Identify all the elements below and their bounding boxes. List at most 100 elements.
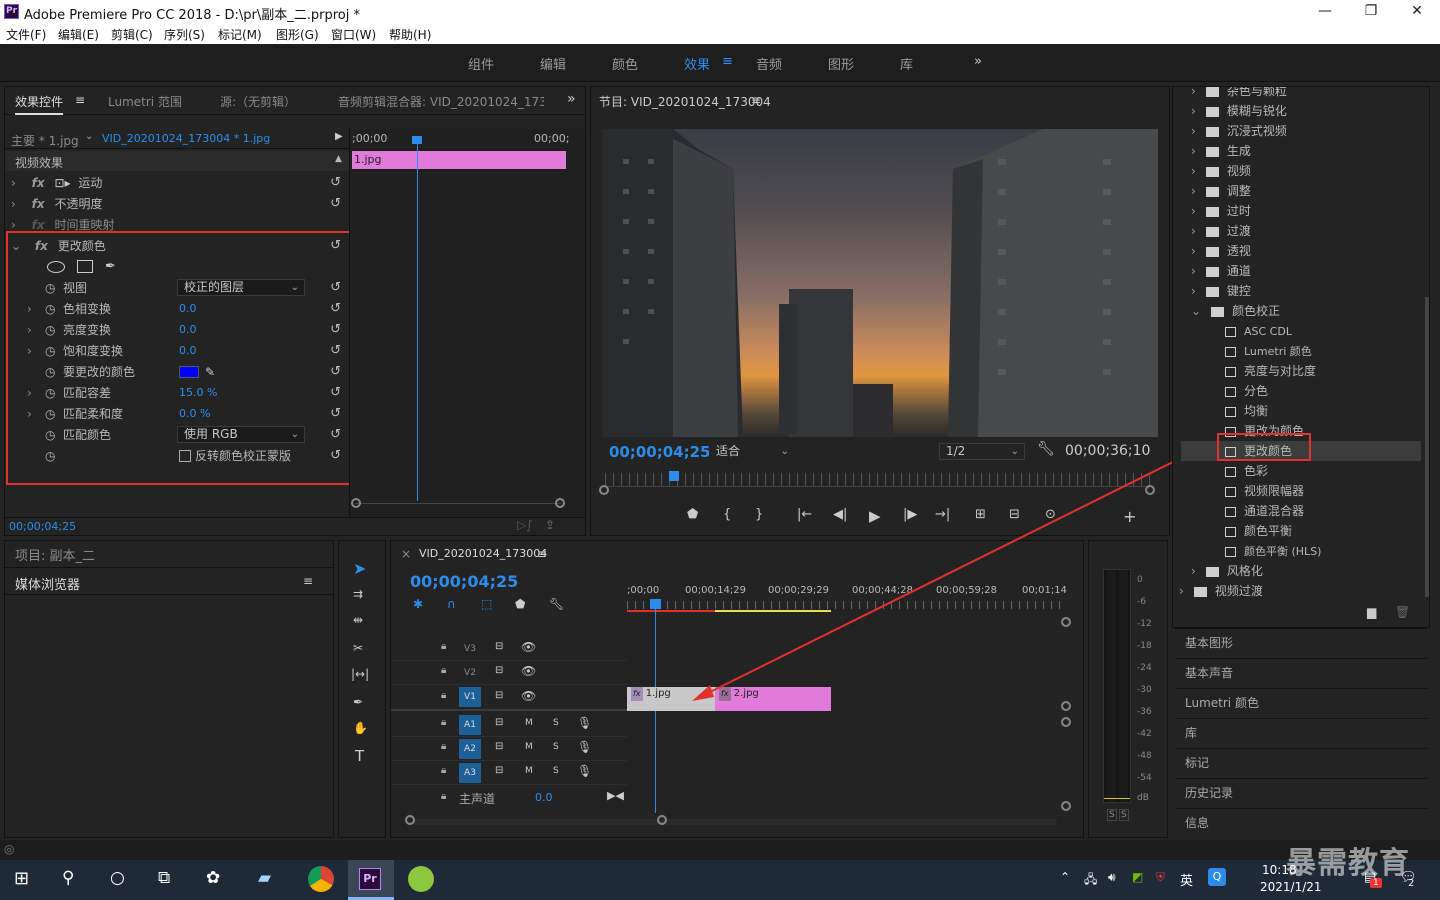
program-zoom-handle-left[interactable] [599,485,609,495]
windows-start-icon[interactable]: ⊞ [14,868,29,889]
expand-arrow-icon[interactable]: › [1191,224,1196,238]
effect-controls-timecode[interactable]: 00;00;04;25 [9,520,76,533]
master-volume-value[interactable]: 0.0 [535,791,553,804]
search-icon[interactable]: ⚲ [62,868,74,888]
side-panel-history[interactable]: 历史记录 [1175,778,1427,806]
pen-tool-icon[interactable]: ✒ [353,695,363,709]
track-select-tool-icon[interactable]: ⇉ [353,587,363,601]
solo-button[interactable]: S [553,766,559,776]
lock-icon[interactable]: 🔒︎ [441,641,446,652]
master-clip-label[interactable]: 主要 * 1.jpg [11,132,79,149]
tab-lumetri-scopes[interactable]: Lumetri 范围 [108,93,182,110]
sync-lock-icon[interactable]: ⊟ [495,665,503,676]
premiere-taskbar-button[interactable]: Pr [348,860,394,900]
effects-folder-item[interactable]: › 透视 [1191,241,1251,261]
workspace-libraries[interactable]: 库 [900,54,913,73]
effect-item[interactable]: ASC CDL [1181,321,1421,341]
track-target-v3[interactable]: V3 [459,639,481,659]
program-menu-icon[interactable]: ≡ [751,93,761,107]
effect-item[interactable]: 通道混合器 [1181,501,1421,521]
scroll-handle-left[interactable] [351,498,361,508]
qq-app-icon[interactable]: Q [1208,868,1226,886]
menu-marker[interactable]: 标记(M) [218,26,262,43]
lock-icon[interactable]: 🔒︎ [441,765,446,776]
sync-lock-icon[interactable]: ⊟ [495,765,503,776]
minimize-button[interactable]: — [1302,0,1348,24]
menu-clip[interactable]: 剪辑(C) [111,26,153,43]
delete-trash-icon[interactable]: 🗑︎ [1395,605,1410,619]
tray-chevron-up-icon[interactable]: ⌃ [1060,870,1070,884]
effects-folder-item[interactable]: › 键控 [1191,281,1251,301]
effect-item[interactable]: 色彩 [1181,461,1421,481]
scroll-handle-right[interactable] [555,498,565,508]
side-panel-essential-sound[interactable]: 基本声音 [1175,658,1427,686]
selection-tool-icon[interactable]: ➤ [353,559,366,578]
panel-overflow-icon[interactable]: » [567,91,576,107]
effect-item[interactable]: 分色 [1181,381,1421,401]
expand-arrow-icon[interactable]: › [1179,584,1184,598]
type-tool-icon[interactable]: T [355,747,364,765]
tab-effect-controls[interactable]: 效果控件 [15,93,64,115]
mute-button[interactable]: M [525,742,533,752]
track-scroll-handle[interactable] [1061,801,1071,811]
project-title[interactable]: 项目: 副本_二 [15,545,95,564]
collapse-arrow-icon[interactable]: ⌄ [1191,304,1201,318]
effects-folder-item[interactable]: ⌄ 颜色校正 [1191,301,1280,321]
lock-icon[interactable]: 🔒︎ [441,717,446,728]
timeline-zoom-handle-right[interactable] [657,815,667,825]
timeline-zoom-handle-left[interactable] [405,815,415,825]
track-target-a3[interactable]: A3 [459,763,481,783]
sync-lock-icon[interactable]: ⊟ [495,717,503,728]
volume-icon[interactable]: 🔊︎ [1108,870,1116,885]
cortana-circle-icon[interactable]: ○ [110,868,125,888]
menu-sequence[interactable]: 序列(S) [164,26,205,43]
effect-row-motion[interactable]: › fx ⊡▸ 运动 ↺ [11,173,349,193]
media-browser-tab[interactable]: 媒体浏览器 ≡ [5,567,333,595]
side-panel-libraries[interactable]: 库 [1175,718,1427,746]
maximize-button[interactable]: ❐ [1348,0,1394,24]
chrome-browser-icon[interactable] [308,866,334,892]
effects-folder-item[interactable]: › 视频过渡 [1179,581,1263,601]
video-frame-image[interactable] [603,129,1158,437]
chevron-down-icon[interactable]: ⌄ [85,131,93,142]
lock-icon[interactable]: 🔒︎ [441,665,446,676]
eye-icon[interactable]: 👁︎ [521,664,536,678]
mini-clip-bar[interactable]: 1.jpg [352,151,566,169]
expand-arrow-icon[interactable]: › [1191,564,1196,578]
expand-timeline-icon[interactable]: ▶ [335,131,343,142]
menu-help[interactable]: 帮助(H) [389,26,431,43]
expand-arrow-icon[interactable]: › [1191,204,1196,218]
timeline-menu-icon[interactable]: ≡ [537,547,547,561]
sequence-clip-label[interactable]: VID_20201024_173004 * 1.jpg [102,132,270,145]
expand-arrow-icon[interactable]: › [11,176,16,190]
tab-menu-icon[interactable]: ≡ [75,93,85,107]
lock-icon[interactable]: 🔒︎ [441,690,446,701]
sync-lock-icon[interactable]: ⊟ [495,690,503,701]
panel-menu-icon[interactable]: ≡ [303,574,313,588]
lock-icon[interactable]: 🔒︎ [441,741,446,752]
effect-item[interactable]: 视频限幅器 [1181,481,1421,501]
mini-playhead-handle[interactable] [412,136,422,144]
scroll-up-icon[interactable]: ▲ [335,154,342,164]
expand-arrow-icon[interactable]: › [1191,244,1196,258]
ripple-edit-tool-icon[interactable]: ⇹ [353,613,363,627]
eye-icon[interactable]: 👁︎ [521,640,536,654]
effects-folder-item[interactable]: › 风格化 [1191,561,1263,581]
meter-solo-right[interactable]: S [1119,809,1129,821]
solo-button[interactable]: S [553,718,559,728]
workspace-overflow-icon[interactable]: » [974,54,982,69]
nest-icon[interactable]: ✱ [413,597,423,611]
pinwheel-app-icon[interactable]: ✿ [206,868,220,888]
master-track-expand-icon[interactable]: ▶◀ [607,789,624,802]
mute-button[interactable]: M [525,766,533,776]
expand-arrow-icon[interactable]: › [1191,87,1196,98]
task-view-icon[interactable]: ⧉ [158,868,170,888]
effects-folder-item[interactable]: › 杂色与颗粒 [1191,87,1287,101]
side-panel-essential-graphics[interactable]: 基本图形 [1175,628,1427,656]
network-icon[interactable]: 🖧︎ [1084,870,1097,891]
effects-folder-item[interactable]: › 调整 [1191,181,1251,201]
effects-folder-item[interactable]: › 模糊与锐化 [1191,101,1287,121]
effects-folder-item[interactable]: › 通道 [1191,261,1251,281]
ime-indicator[interactable]: 英 [1180,870,1193,889]
sync-lock-icon[interactable]: ⊟ [495,741,503,752]
